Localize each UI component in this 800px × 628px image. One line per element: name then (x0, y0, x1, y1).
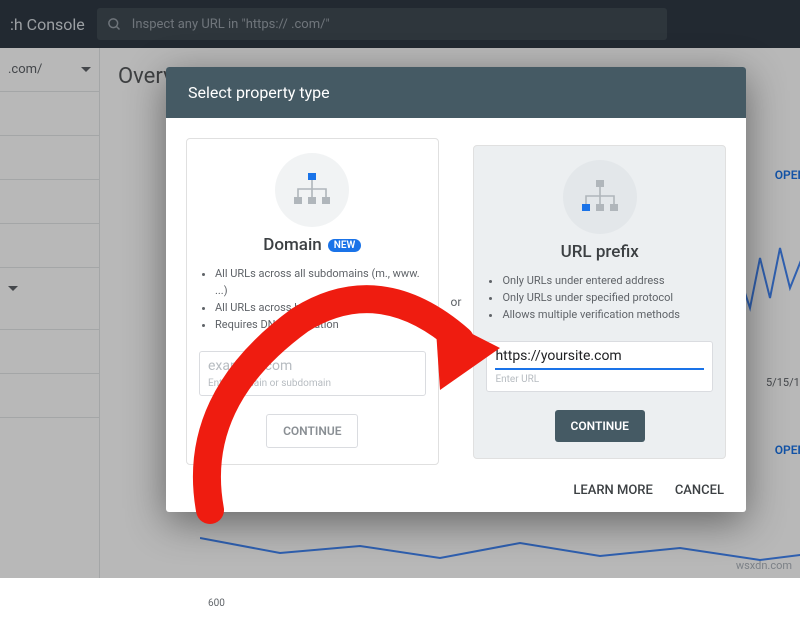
url-prefix-continue-button[interactable]: CONTINUE (555, 410, 645, 442)
url-prefix-card[interactable]: URL prefix Only URLs under entered addre… (473, 145, 726, 459)
url-prefix-bullets: Only URLs under entered address Only URL… (486, 272, 713, 323)
url-prefix-heading: URL prefix (561, 242, 639, 262)
domain-input-value: example.com (208, 358, 417, 374)
property-type-modal: Select property type Domain NEW All URLs… (166, 67, 746, 512)
url-prefix-input-value: https://yoursite.com (495, 348, 704, 370)
modal-title: Select property type (166, 67, 746, 118)
domain-heading: Domain (263, 235, 322, 255)
domain-continue-button[interactable]: CONTINUE (266, 414, 358, 448)
domain-bullets: All URLs across all subdomains (m., www.… (199, 265, 426, 333)
or-divider: or (451, 295, 462, 309)
url-prefix-input[interactable]: https://yoursite.com Enter URL (486, 341, 713, 392)
bullet: All URLs across all subdomains (m., www.… (215, 265, 426, 299)
url-prefix-input-placeholder: Enter URL (495, 374, 704, 385)
bullet: All URLs across https or http (215, 299, 426, 316)
bullet: Only URLs under specified protocol (502, 289, 713, 306)
new-badge: NEW (328, 239, 362, 252)
domain-input[interactable]: example.com Enter domain or subdomain (199, 351, 426, 396)
sitemap-icon (275, 153, 349, 227)
cancel-button[interactable]: CANCEL (675, 483, 724, 498)
bullet: Allows multiple verification methods (502, 306, 713, 323)
bullet: Requires DNS verification (215, 316, 426, 333)
domain-card[interactable]: Domain NEW All URLs across all subdomain… (186, 138, 439, 465)
watermark: wsxdn.com (736, 559, 792, 572)
domain-input-placeholder: Enter domain or subdomain (208, 378, 417, 389)
bullet: Only URLs under entered address (502, 272, 713, 289)
learn-more-link[interactable]: LEARN MORE (573, 483, 652, 498)
sitemap-icon (563, 160, 637, 234)
